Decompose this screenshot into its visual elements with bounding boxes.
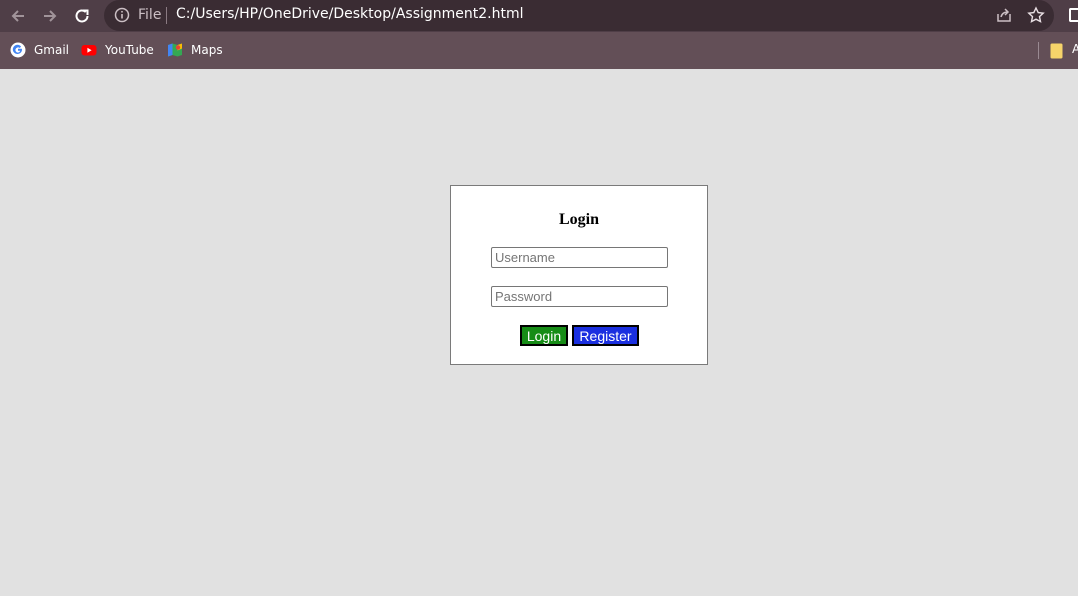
youtube-icon bbox=[81, 42, 97, 58]
bookmark-maps[interactable]: Maps bbox=[167, 41, 223, 59]
forward-button[interactable] bbox=[37, 3, 63, 29]
login-button[interactable]: Login bbox=[520, 325, 568, 346]
address-scheme-label: File bbox=[138, 7, 162, 23]
maps-icon bbox=[167, 42, 183, 58]
bookmark-youtube[interactable]: YouTube bbox=[81, 41, 154, 59]
login-title: Login bbox=[558, 211, 599, 228]
address-bar[interactable]: File C:/Users/HP/OneDrive/Desktop/Assign… bbox=[104, 0, 1054, 31]
bookmarks-bar: Gmail YouTube Maps bbox=[0, 32, 1078, 69]
login-form: Login Login Register bbox=[450, 185, 708, 365]
folder-icon[interactable] bbox=[1050, 43, 1063, 59]
reload-button[interactable] bbox=[69, 3, 95, 29]
browser-toolbar: File C:/Users/HP/OneDrive/Desktop/Assign… bbox=[0, 0, 1078, 32]
bookmark-gmail[interactable]: Gmail bbox=[10, 41, 69, 59]
google-icon bbox=[10, 42, 26, 58]
address-url[interactable]: C:/Users/HP/OneDrive/Desktop/Assignment2… bbox=[176, 6, 524, 22]
username-input[interactable] bbox=[491, 247, 668, 268]
bookmarks-divider bbox=[1038, 42, 1039, 59]
register-button[interactable]: Register bbox=[572, 325, 639, 346]
password-input[interactable] bbox=[491, 286, 668, 307]
forward-arrow-icon bbox=[44, 10, 57, 22]
bookmark-label: YouTube bbox=[105, 43, 154, 57]
reload-icon bbox=[75, 9, 89, 23]
back-arrow-icon bbox=[11, 10, 24, 22]
bookmark-label: Maps bbox=[191, 43, 223, 57]
bookmarks-folder-label[interactable]: A bbox=[1072, 42, 1078, 56]
extension-icon[interactable] bbox=[1069, 8, 1078, 22]
bookmark-star-icon[interactable] bbox=[1027, 6, 1045, 24]
address-divider bbox=[166, 7, 167, 24]
bookmark-label: Gmail bbox=[34, 43, 70, 57]
info-icon[interactable] bbox=[114, 7, 130, 23]
share-icon[interactable] bbox=[995, 6, 1013, 24]
back-button[interactable] bbox=[5, 3, 31, 29]
